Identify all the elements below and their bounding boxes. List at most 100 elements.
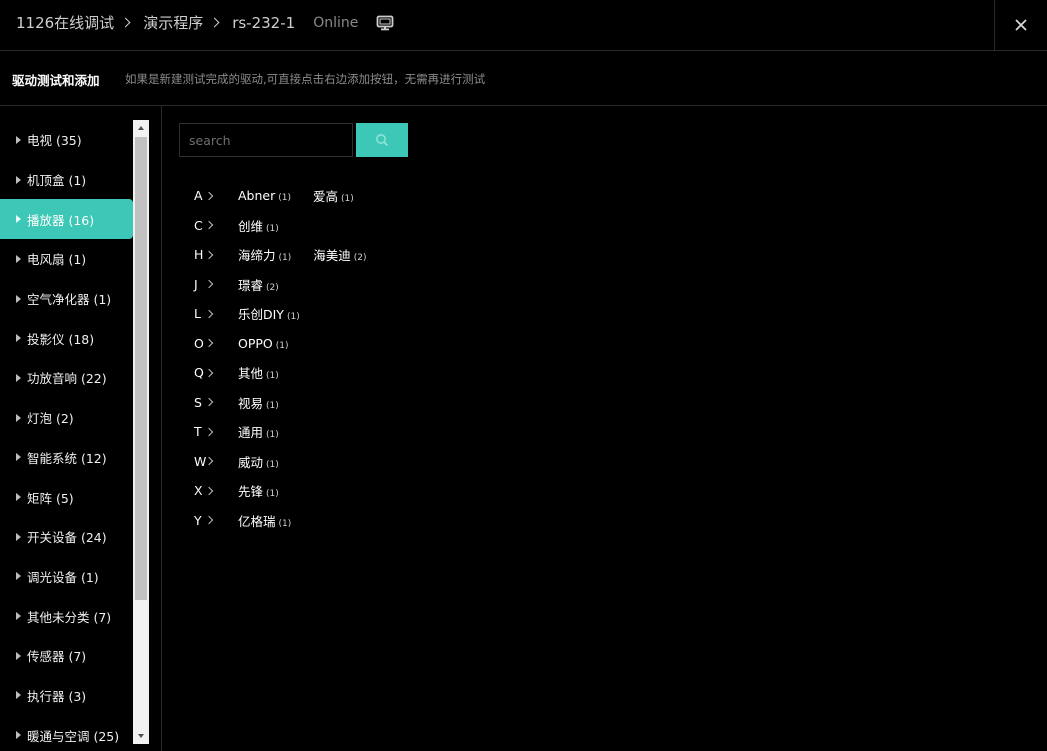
category-label: 其他未分类 (7) (27, 609, 112, 625)
monitor-icon (376, 15, 394, 31)
brand-link[interactable]: 海缔力 (1) (238, 245, 291, 264)
brand-count: (1) (266, 371, 279, 382)
brand-count: (1) (266, 489, 279, 500)
breadcrumb-item-program[interactable]: 演示程序 (143, 12, 203, 33)
caret-right-icon (16, 373, 21, 382)
scroll-up-button[interactable] (133, 120, 149, 136)
category-label: 投影仪 (18) (27, 331, 95, 347)
brand-group-row: C 创维 (1) (194, 211, 389, 241)
category-item[interactable]: 其他未分类 (7) (0, 596, 133, 636)
brand-link[interactable]: 创维 (1) (238, 216, 279, 235)
category-item[interactable]: 灯泡 (2) (0, 398, 133, 438)
chevron-right-icon (204, 486, 214, 495)
brand-link[interactable]: 海美迪 (2) (313, 245, 366, 264)
category-item[interactable]: 空气净化器 (1) (0, 279, 133, 319)
brand-link[interactable]: 其他 (1) (238, 363, 279, 382)
brand-link[interactable]: OPPO (1) (238, 336, 289, 351)
chevron-right-icon (204, 427, 214, 436)
category-item[interactable]: 传感器 (7) (0, 636, 133, 676)
close-button[interactable] (994, 0, 1047, 50)
category-item-active[interactable]: 播放器 (16) (0, 199, 133, 240)
chevron-right-icon (209, 17, 220, 28)
category-item[interactable]: 矩阵 (5) (0, 477, 133, 517)
search-input[interactable] (179, 123, 353, 157)
caret-right-icon (16, 651, 21, 660)
brand-group-row: H 海缔力 (1) 海美迪 (2) (194, 240, 389, 270)
brand-link[interactable]: 爱高 (1) (313, 186, 354, 205)
section-title: 驱动测试和添加 (12, 73, 100, 88)
category-label: 电视 (35) (27, 133, 82, 149)
brand-link[interactable]: 视易 (1) (238, 393, 279, 412)
brand-count: (1) (266, 459, 279, 470)
caret-right-icon (16, 254, 21, 263)
category-label: 功放音响 (22) (27, 371, 107, 387)
category-label: 空气净化器 (1) (27, 292, 112, 308)
category-label: 矩阵 (5) (27, 490, 74, 506)
sidebar-scrollbar[interactable] (133, 120, 149, 744)
category-item[interactable]: 执行器 (3) (0, 676, 133, 716)
category-label: 调光设备 (1) (27, 569, 99, 585)
connection-status: Online (313, 14, 359, 31)
caret-right-icon (16, 493, 21, 502)
driver-test-header: 驱动测试和添加 如果是新建测试完成的驱动,可直接点击右边添加按钮，无需再进行测试 (0, 51, 1047, 106)
caret-right-icon (16, 532, 21, 541)
category-item[interactable]: 投影仪 (18) (0, 318, 133, 358)
breadcrumb: 1126在线调试 演示程序 rs-232-1 Online (16, 12, 394, 33)
sidebar-divider (161, 106, 162, 751)
brand-group-row: L 乐创DIY (1) (194, 299, 389, 329)
brand-link[interactable]: 璟睿 (2) (238, 275, 279, 294)
brand-count: (1) (266, 223, 279, 234)
brand-count: (2) (353, 253, 367, 264)
category-label: 开关设备 (24) (27, 530, 107, 546)
brand-name: 其他 (238, 366, 264, 382)
brand-link[interactable]: 乐创DIY (1) (238, 304, 300, 323)
brand-group-row: Y 亿格瑞 (1) (194, 506, 389, 536)
brand-link[interactable]: 威动 (1) (238, 452, 279, 471)
brand-name: OPPO (238, 335, 273, 351)
category-item[interactable]: 智能系统 (12) (0, 438, 133, 478)
caret-right-icon (16, 294, 21, 303)
chevron-right-icon (204, 221, 214, 230)
scroll-down-arrow-icon (138, 734, 144, 738)
chevron-right-icon (204, 457, 214, 466)
brand-name: 创维 (238, 218, 264, 234)
brand-link[interactable]: 先锋 (1) (238, 481, 279, 500)
brand-group-row: X 先锋 (1) (194, 476, 389, 506)
chevron-right-icon (204, 191, 214, 200)
brand-link[interactable]: Abner (1) (238, 188, 291, 203)
category-item[interactable]: 调光设备 (1) (0, 557, 133, 597)
category-list: 电视 (35) 机顶盒 (1) 播放器 (16) 电风扇 (1) 空气净化器 (… (0, 120, 133, 744)
breadcrumb-item-project[interactable]: 1126在线调试 (16, 12, 114, 33)
chevron-right-icon (204, 309, 214, 318)
category-label: 执行器 (3) (27, 688, 87, 704)
brand-count: (1) (278, 253, 292, 264)
brand-group-row: Q 其他 (1) (194, 358, 389, 388)
scroll-up-arrow-icon (138, 126, 144, 130)
category-sidebar: 电视 (35) 机顶盒 (1) 播放器 (16) 电风扇 (1) 空气净化器 (… (0, 120, 150, 744)
brand-name: 先锋 (238, 484, 264, 500)
category-item[interactable]: 暖通与空调 (25) (0, 715, 133, 744)
brand-count: (1) (278, 518, 292, 529)
brand-name: 海美迪 (313, 248, 351, 264)
category-item[interactable]: 电视 (35) (0, 120, 133, 160)
category-item[interactable]: 功放音响 (22) (0, 358, 133, 398)
brand-name: 威动 (238, 454, 264, 470)
brand-group-row: A Abner (1) 爱高 (1) (194, 181, 389, 211)
scroll-down-button[interactable] (133, 728, 149, 744)
brand-count: (1) (278, 193, 291, 204)
caret-right-icon (16, 135, 21, 144)
category-item[interactable]: 电风扇 (1) (0, 239, 133, 279)
search-icon (376, 134, 389, 147)
category-item[interactable]: 机顶盒 (1) (0, 160, 133, 200)
scrollbar-thumb[interactable] (135, 137, 147, 600)
brand-name: 乐创DIY (238, 307, 284, 323)
category-label: 机顶盒 (1) (27, 173, 87, 189)
brand-link[interactable]: 通用 (1) (238, 422, 279, 441)
brand-link[interactable]: 亿格瑞 (1) (238, 511, 291, 530)
brand-count: (1) (286, 312, 300, 323)
caret-right-icon (16, 334, 21, 343)
brand-count: (1) (275, 340, 289, 351)
category-item[interactable]: 开关设备 (24) (0, 517, 133, 557)
brand-group-row: O OPPO (1) (194, 329, 389, 359)
search-button[interactable] (356, 123, 408, 157)
